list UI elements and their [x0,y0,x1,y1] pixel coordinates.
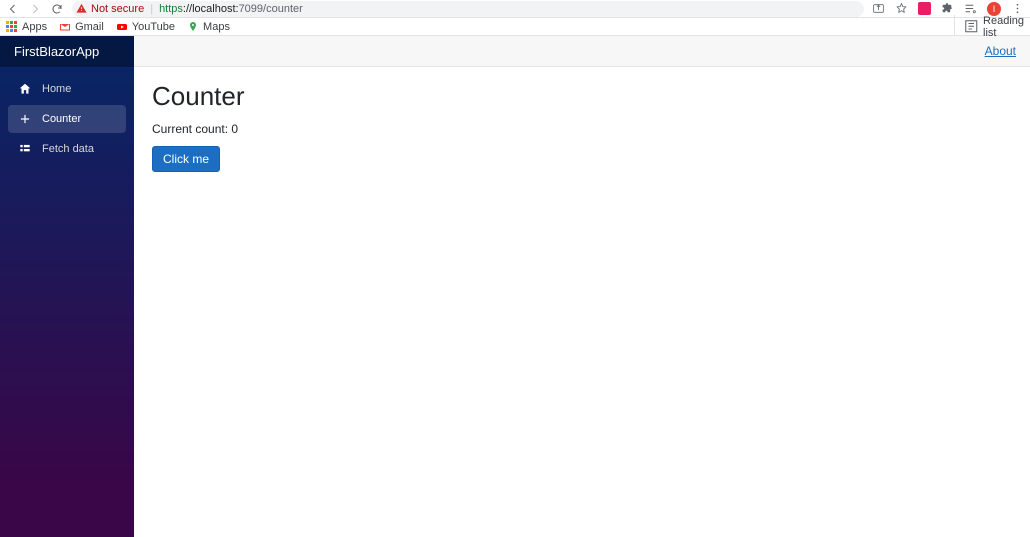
bookmark-youtube[interactable]: YouTube [116,21,175,33]
arrow-left-icon [7,3,19,15]
reload-button[interactable] [50,2,64,16]
browser-toolbar: Not secure | https://localhost:7099/coun… [0,0,1030,18]
count-value: 0 [231,122,238,136]
sidebar-item-label: Fetch data [42,143,94,155]
playlist-icon[interactable] [964,2,977,15]
sidebar-item-label: Home [42,83,71,95]
forward-button[interactable] [28,2,42,16]
sidebar-item-home[interactable]: Home [8,75,126,103]
count-line: Current count: 0 [152,122,1012,136]
reload-icon [51,3,63,15]
app-root: FirstBlazorApp Home Counter Fetch data A… [0,36,1030,537]
sidebar-item-label: Counter [42,113,81,125]
apps-icon [6,21,18,33]
page-content: Counter Current count: 0 Click me [134,67,1030,186]
list-icon [18,142,32,156]
bookmark-maps[interactable]: Maps [187,21,230,33]
star-icon[interactable] [895,2,908,15]
brand-title[interactable]: FirstBlazorApp [0,36,134,67]
gmail-icon [59,21,71,33]
bookmarks-bar: Apps Gmail YouTube Maps Reading list [0,18,1030,36]
security-warning: Not secure [76,3,144,15]
extensions-icon[interactable] [941,2,954,15]
menu-icon[interactable] [1011,2,1024,15]
top-row: About [134,36,1030,67]
address-bar[interactable]: Not secure | https://localhost:7099/coun… [72,1,864,17]
plus-icon [18,112,32,126]
youtube-icon [116,21,128,33]
reading-list-button[interactable]: Reading list [954,15,1024,39]
count-label: Current count: [152,122,228,136]
back-button[interactable] [6,2,20,16]
about-link[interactable]: About [985,44,1016,58]
bookmark-gmail[interactable]: Gmail [59,21,104,33]
sidebar-item-fetchdata[interactable]: Fetch data [8,135,126,163]
page-title: Counter [152,81,1012,112]
bookmark-apps[interactable]: Apps [6,21,47,33]
maps-icon [187,21,199,33]
reading-list-icon [963,18,980,35]
warning-icon [76,3,87,14]
click-me-button[interactable]: Click me [152,146,220,172]
share-icon[interactable] [872,2,885,15]
profile-avatar[interactable]: I [987,2,1001,16]
sidebar-nav: Home Counter Fetch data [0,67,134,171]
url-display: https://localhost:7099/counter [159,3,303,15]
main-area: About Counter Current count: 0 Click me [134,36,1030,537]
sidebar: FirstBlazorApp Home Counter Fetch data [0,36,134,537]
arrow-right-icon [29,3,41,15]
home-icon [18,82,32,96]
security-label: Not secure [91,3,144,15]
sidebar-item-counter[interactable]: Counter [8,105,126,133]
extension-icon[interactable] [918,2,931,15]
